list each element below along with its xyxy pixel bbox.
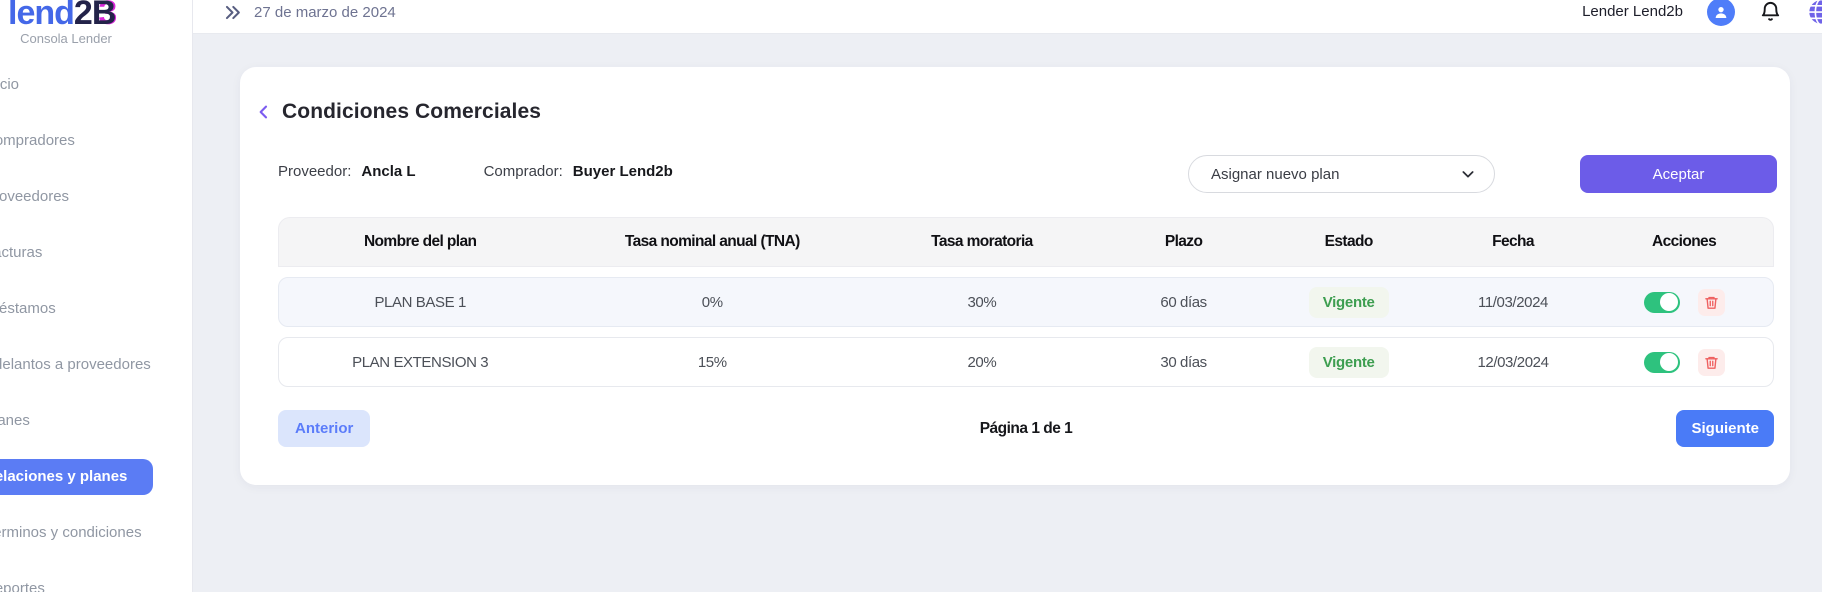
assign-plan-select-value: Asignar nuevo plan <box>1211 166 1339 183</box>
previous-page-button[interactable]: Anterior <box>278 410 370 447</box>
header-estado: Estado <box>1267 233 1431 251</box>
language-globe-icon[interactable] <box>1806 0 1822 27</box>
header-plazo: Plazo <box>1101 233 1267 251</box>
logo-text-2b: 2B <box>74 0 115 32</box>
sidebar-collapse-icon[interactable] <box>223 3 242 22</box>
brand-logo[interactable]: lend2B3 <box>8 0 116 33</box>
sidebar-item-planes[interactable]: Planes <box>0 403 30 439</box>
page-title: Condiciones Comerciales <box>282 100 541 124</box>
sidebar-item-facturas[interactable]: Facturas <box>0 235 42 271</box>
trash-icon <box>1704 295 1719 310</box>
pagination: Anterior Página 1 de 1 Siguiente <box>278 410 1774 447</box>
plan-plazo: 60 días <box>1101 294 1267 311</box>
status-badge: Vigente <box>1309 347 1389 378</box>
sidebar-item-proveedores[interactable]: Proveedores <box>0 179 69 215</box>
table-header-row: Nombre del plan Tasa nominal anual (TNA)… <box>278 217 1774 267</box>
header-tna: Tasa nominal anual (TNA) <box>561 233 863 251</box>
delete-plan-button[interactable] <box>1698 349 1725 376</box>
sidebar-item-adelantos[interactable]: Adelantos a proveedores <box>0 347 151 383</box>
provider-value: Ancla L <box>361 163 415 180</box>
plan-fecha: 11/03/2024 <box>1431 294 1595 311</box>
current-date: 27 de marzo de 2024 <box>254 4 396 21</box>
assign-plan-select[interactable]: Asignar nuevo plan <box>1188 155 1495 193</box>
relation-info-row: Proveedor: Ancla L Comprador: Buyer Lend… <box>278 163 673 180</box>
plan-moratoria: 30% <box>863 294 1101 311</box>
plan-tna: 15% <box>561 354 863 371</box>
plan-name: PLAN EXTENSION 3 <box>279 354 561 371</box>
plan-moratoria: 20% <box>863 354 1101 371</box>
user-avatar[interactable] <box>1707 0 1735 26</box>
plan-fecha: 12/03/2024 <box>1431 354 1595 371</box>
chevron-down-icon <box>1460 166 1476 182</box>
plan-plazo: 30 días <box>1101 354 1267 371</box>
user-name: Lender Lend2b <box>1582 3 1683 20</box>
sidebar: lend2B3 Consola Lender Inicio Compradore… <box>0 0 193 592</box>
status-badge: Vigente <box>1309 287 1389 318</box>
sidebar-item-relaciones-y-planes[interactable]: Relaciones y planes <box>0 459 153 495</box>
plans-table: Nombre del plan Tasa nominal anual (TNA)… <box>278 217 1774 387</box>
table-row: PLAN BASE 1 0% 30% 60 días Vigente 11/03… <box>278 277 1774 327</box>
header-tasa-moratoria: Tasa moratoria <box>863 233 1101 251</box>
page-status: Página 1 de 1 <box>278 420 1774 438</box>
sidebar-item-inicio[interactable]: Inicio <box>0 67 19 103</box>
brand-subtitle: Consola Lender <box>0 31 132 46</box>
notifications-bell-icon[interactable] <box>1759 0 1782 23</box>
buyer-value: Buyer Lend2b <box>573 163 673 180</box>
plan-name: PLAN BASE 1 <box>279 294 561 311</box>
sidebar-item-reportes[interactable]: Reportes <box>0 571 45 592</box>
header-nombre-del-plan: Nombre del plan <box>279 233 561 251</box>
topbar: 27 de marzo de 2024 Lender Lend2b <box>193 0 1822 34</box>
provider-label: Proveedor: <box>278 163 351 180</box>
delete-plan-button[interactable] <box>1698 289 1725 316</box>
plan-tna: 0% <box>561 294 863 311</box>
plan-active-toggle[interactable] <box>1644 352 1680 373</box>
header-acciones: Acciones <box>1595 233 1773 251</box>
table-row: PLAN EXTENSION 3 15% 20% 30 días Vigente… <box>278 337 1774 387</box>
logo-text-lend: lend <box>8 0 74 32</box>
accept-button[interactable]: Aceptar <box>1580 155 1777 193</box>
sidebar-item-compradores[interactable]: Compradores <box>0 123 75 159</box>
trash-icon <box>1704 355 1719 370</box>
plan-active-toggle[interactable] <box>1644 292 1680 313</box>
back-chevron-icon[interactable] <box>256 104 272 120</box>
header-fecha: Fecha <box>1431 233 1595 251</box>
sidebar-item-terminos[interactable]: Términos y condiciones <box>0 515 142 551</box>
sidebar-item-prestamos[interactable]: Préstamos <box>0 291 56 327</box>
next-page-button[interactable]: Siguiente <box>1676 410 1774 447</box>
buyer-label: Comprador: <box>484 163 563 180</box>
sidebar-nav: Inicio Compradores Proveedores Facturas … <box>0 67 192 592</box>
commercial-conditions-card: Condiciones Comerciales Proveedor: Ancla… <box>240 67 1790 485</box>
